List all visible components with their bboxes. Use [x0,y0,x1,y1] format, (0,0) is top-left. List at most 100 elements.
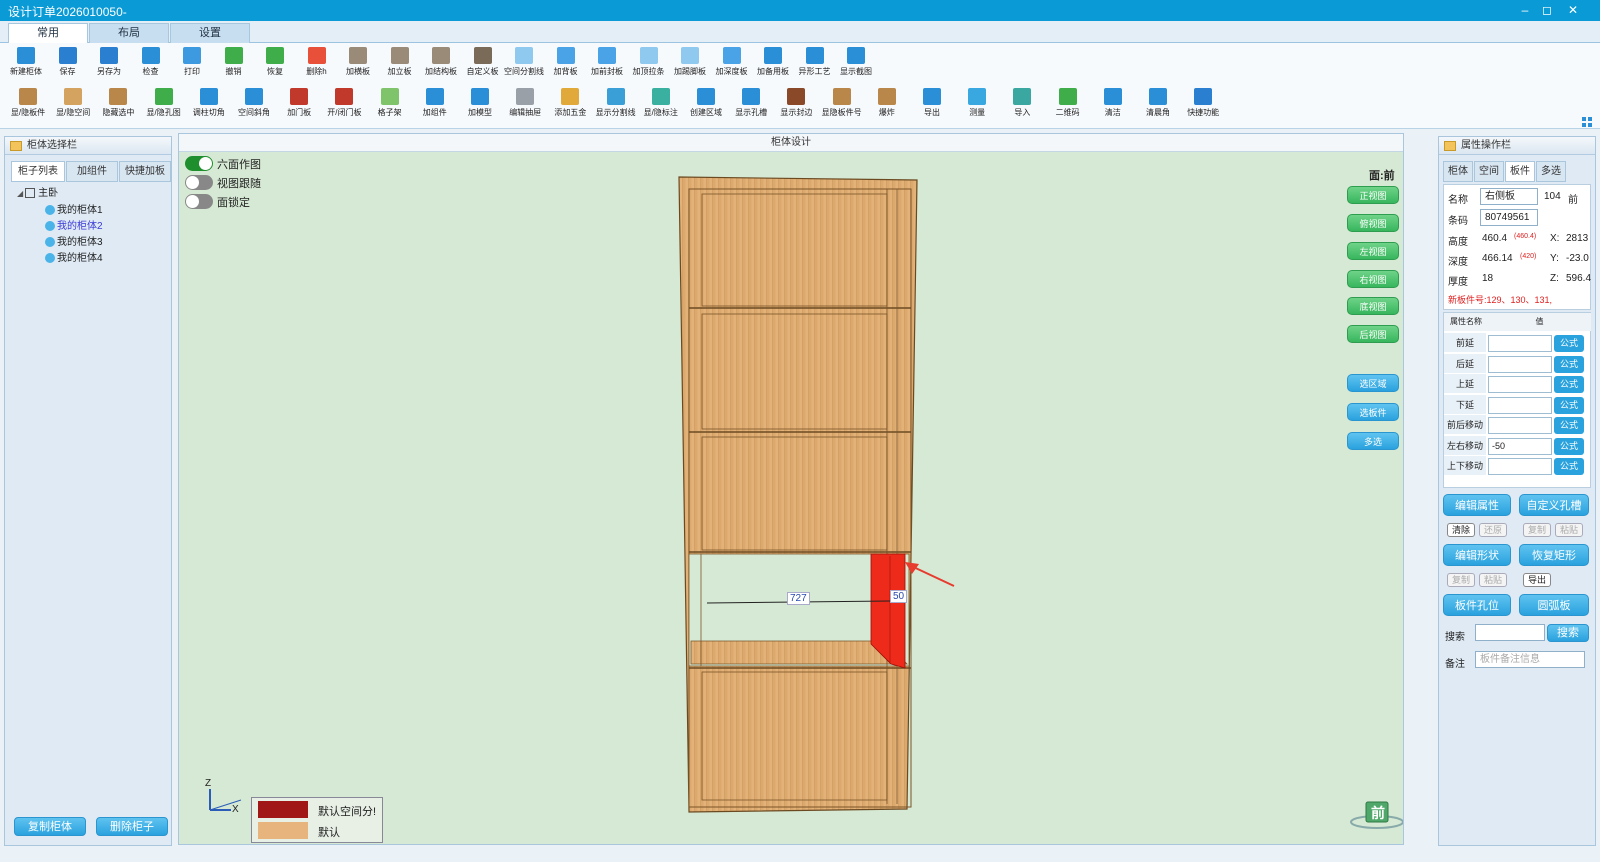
cabinet-body[interactable] [678,176,918,813]
toolbar-button-open-close-door[interactable]: 开/闭门板 [321,84,367,124]
formula-button[interactable]: 公式 [1554,417,1584,434]
board-hole-button[interactable]: 板件孔位 [1443,594,1511,616]
toolbar-button-toggle-space[interactable]: 显/隐空间 [50,84,96,124]
toolbar-button-redo[interactable]: 恢复 [252,43,298,83]
toolbar-button-show-screenshot[interactable]: 显示截图 [833,43,879,83]
cabinet-3d-view[interactable] [179,134,1403,844]
tab-cabinet-list[interactable]: 柜子列表 [11,161,65,182]
search-button[interactable]: 搜索 [1547,624,1589,642]
toolbar-button-add-model[interactable]: 加模型 [457,84,503,124]
toolbar-button-show-slots[interactable]: 显示孔槽 [728,84,774,124]
toolbar-button-import[interactable]: 导入 [999,84,1045,124]
tree-item-cabinet-3[interactable]: 我的柜体3 [45,236,103,250]
toolbar-button-add-hardware[interactable]: 添加五金 [547,84,593,124]
delete-cabinet-button[interactable]: 删除柜子 [96,817,168,836]
property-value-input[interactable] [1488,335,1552,352]
toolbar-button-toggle-board-number[interactable]: 显隐板件号 [819,84,865,124]
toolbar-button-add-top-strip[interactable]: 加顶拉条 [626,43,672,83]
formula-button[interactable]: 公式 [1554,376,1584,393]
toolbar-button-measure[interactable]: 测量 [954,84,1000,124]
toolbar-button-add-front-cover[interactable]: 加前封板 [584,43,630,83]
toolbar-button-add-vertical-board[interactable]: 加立板 [377,43,423,83]
restore-rect-button[interactable]: 恢复矩形 [1519,544,1589,566]
toolbar-button-save-as[interactable]: 另存为 [86,43,132,83]
search-input[interactable] [1475,624,1545,641]
formula-button[interactable]: 公式 [1554,335,1584,352]
close-button[interactable]: ✕ [1562,1,1584,19]
toolbar-button-new-cabinet[interactable]: 新建柜体 [3,43,49,83]
property-value-input[interactable] [1488,417,1552,434]
toolbar-button-add-spare-board[interactable]: 加备用板 [750,43,796,83]
toolbar-button-add-horizontal-board[interactable]: 加横板 [335,43,381,83]
custom-hole-button[interactable]: 自定义孔槽 [1519,494,1589,516]
toolbar-button-pillar-cut[interactable]: 调柱切角 [186,84,232,124]
toolbar-button-add-component[interactable]: 加组件 [412,84,458,124]
toolbar-button-create-region[interactable]: 创建区域 [683,84,729,124]
property-value-input[interactable] [1488,396,1552,414]
formula-button[interactable]: 公式 [1554,458,1584,475]
toolbar-button-delete[interactable]: 删除h [294,43,340,83]
copy-cabinet-button[interactable]: 复制柜体 [14,817,86,836]
restore-button[interactable]: 还原 [1479,523,1507,537]
toolbar-button-toggle-boards[interactable]: 显/隐板件 [5,84,51,124]
tree-item-cabinet-4[interactable]: 我的柜体4 [45,252,103,266]
formula-button[interactable]: 公式 [1554,437,1584,455]
toolbar-button-custom-board[interactable]: 自定义板 [460,43,506,83]
property-value-input[interactable] [1488,376,1552,393]
note-input[interactable]: 板件备注信息 [1475,651,1585,668]
grid-menu-icon[interactable] [1582,117,1592,127]
name-field[interactable]: 右侧板 [1480,188,1538,205]
tree-item-cabinet-1[interactable]: 我的柜体1 [45,204,103,218]
tree-root[interactable]: ◢ 主卧 [17,187,58,201]
clear-button[interactable]: 清除 [1447,523,1475,537]
collapse-icon[interactable]: ◢ [17,189,25,198]
maximize-button[interactable]: ◻ [1536,1,1558,19]
tree-item-cabinet-2[interactable]: 我的柜体2 [45,220,103,234]
property-value-input[interactable]: -50 [1488,437,1552,455]
toolbar-button-qrcode[interactable]: 二维码 [1045,84,1091,124]
toolbar-button-hide-selected[interactable]: 隐藏选中 [95,84,141,124]
toolbar-button-shaped-process[interactable]: 异形工艺 [792,43,838,83]
tab-layout[interactable]: 布局 [89,23,169,43]
formula-button[interactable]: 公式 [1554,396,1584,414]
edit-shape-button[interactable]: 编辑形状 [1443,544,1511,566]
toolbar-button-add-structure-board[interactable]: 加结构板 [418,43,464,83]
formula-button[interactable]: 公式 [1554,355,1584,373]
toolbar-button-toggle-holes[interactable]: 显/隐孔图 [141,84,187,124]
toolbar-button-clean[interactable]: 清洁 [1090,84,1136,124]
toolbar-button-export[interactable]: 导出 [909,84,955,124]
property-value-input[interactable] [1488,458,1552,475]
toolbar-button-add-depth-board[interactable]: 加深度板 [709,43,755,83]
toolbar-button-print[interactable]: 打印 [169,43,215,83]
toolbar-button-add-kickboard[interactable]: 加踢脚板 [667,43,713,83]
edit-attributes-button[interactable]: 编辑属性 [1443,494,1511,516]
toolbar-button-grid-rack[interactable]: 格子架 [367,84,413,124]
toolbar-button-space-divider[interactable]: 空间分割线 [501,43,547,83]
toolbar-button-explode[interactable]: 爆炸 [864,84,910,124]
property-value-input[interactable] [1488,355,1552,373]
toolbar-button-show-edge[interactable]: 显示封边 [773,84,819,124]
toolbar-button-add-door[interactable]: 加门板 [276,84,322,124]
copy-button[interactable]: 复制 [1523,523,1551,537]
view-cube-label[interactable]: 前 [1371,803,1385,823]
paste-shape-button[interactable]: 粘贴 [1479,573,1507,587]
toolbar-button-space-bevel[interactable]: 空间斜角 [231,84,277,124]
tab-quick-add-board[interactable]: 快捷加板 [119,161,171,182]
export-shape-button[interactable]: 导出 [1523,573,1551,587]
minimize-button[interactable]: – [1514,1,1536,19]
tab-common[interactable]: 常用 [8,23,88,44]
tab-board[interactable]: 板件 [1505,161,1535,182]
copy-shape-button[interactable]: 复制 [1447,573,1475,587]
toolbar-button-edit-drawer[interactable]: 编辑抽屉 [502,84,548,124]
tab-settings[interactable]: 设置 [170,23,250,43]
tab-cabinet[interactable]: 柜体 [1443,161,1473,182]
toolbar-button-check[interactable]: 检查 [128,43,174,83]
toolbar-button-quick-function[interactable]: 快捷功能 [1180,84,1226,124]
tab-multi[interactable]: 多选 [1536,161,1566,182]
tab-space[interactable]: 空间 [1474,161,1504,182]
tab-add-component[interactable]: 加组件 [66,161,118,182]
toolbar-button-show-divider[interactable]: 显示分割线 [593,84,639,124]
toolbar-button-save[interactable]: 保存 [45,43,91,83]
toolbar-button-toggle-annotation[interactable]: 显/隐标注 [638,84,684,124]
arc-board-button[interactable]: 圆弧板 [1519,594,1589,616]
